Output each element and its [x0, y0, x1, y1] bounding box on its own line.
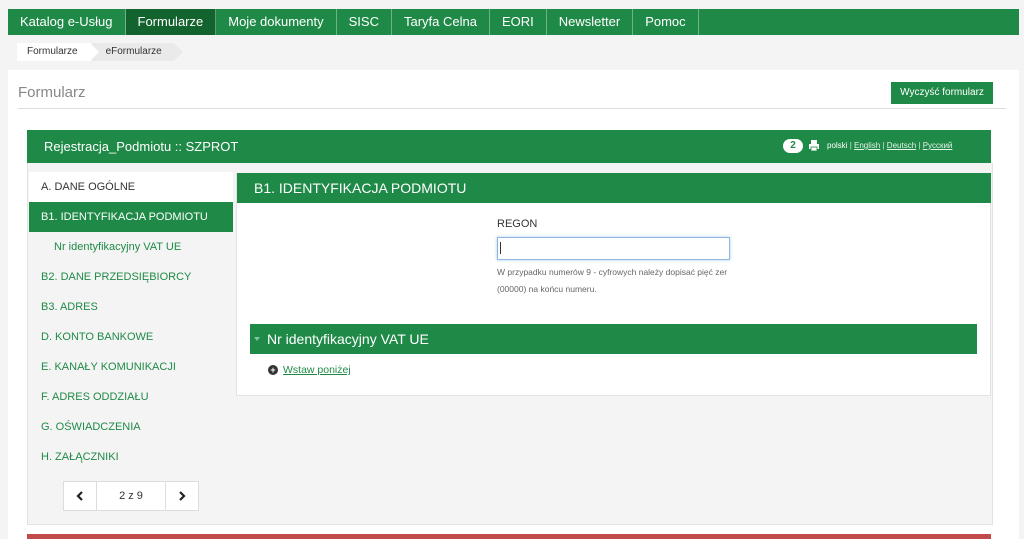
section-title: B1. IDENTYFIKACJA PODMIOTU: [237, 173, 991, 203]
sidebar-item-adres-oddzialu[interactable]: F. ADRES ODDZIAŁU: [29, 382, 233, 412]
nav-tab-katalog[interactable]: Katalog e-Usług: [8, 9, 126, 35]
plus-circle-icon: +: [268, 365, 278, 375]
breadcrumb-item-eformularze[interactable]: eFormularze: [91, 43, 183, 61]
regon-hint: W przypadku numerów 9 - cyfrowych należy…: [497, 267, 728, 294]
notification-badge[interactable]: 2: [783, 139, 803, 153]
pager-info: 2 z 9: [119, 490, 143, 502]
sidebar-item-identyfikacja-podmiotu[interactable]: B1. IDENTYFIKACJA PODMIOTU: [29, 202, 233, 232]
nav-tab-moje-dokumenty[interactable]: Moje dokumenty: [216, 9, 337, 35]
regon-input[interactable]: [497, 237, 730, 260]
clear-form-button[interactable]: Wyczyść formularz: [891, 82, 993, 104]
pager-prev-button[interactable]: [64, 482, 97, 510]
chevron-right-icon: [179, 491, 186, 501]
nav-tab-taryfa-celna[interactable]: Taryfa Celna: [392, 9, 490, 35]
collapse-caret-icon[interactable]: [254, 337, 260, 341]
title-divider: [18, 108, 1006, 109]
page-title: Formularz: [18, 84, 86, 101]
sidebar-item-dane-przedsiebiorcy[interactable]: B2. DANE PRZEDSIĘBIORCY: [29, 262, 233, 292]
lang-english[interactable]: English: [854, 141, 880, 150]
lang-russian[interactable]: Русский: [923, 141, 953, 150]
vat-section-title: Nr identyfikacyjny VAT UE: [267, 331, 429, 347]
sidebar-item-zalaczniki[interactable]: H. ZAŁĄCZNIKI: [29, 442, 233, 472]
alert-bar: [27, 534, 991, 539]
text-caret: [500, 242, 501, 254]
chevron-left-icon: [76, 491, 83, 501]
insert-below-link[interactable]: + Wstaw poniżej: [268, 364, 351, 376]
sidebar-item-konto-bankowe[interactable]: D. KONTO BANKOWE: [29, 322, 233, 352]
form-title: Rejestracja_Podmiotu :: SZPROT: [44, 139, 239, 154]
nav-tab-sisc[interactable]: SISC: [337, 9, 392, 35]
nav-tab-pomoc[interactable]: Pomoc: [633, 9, 699, 35]
breadcrumb-item-formularze[interactable]: Formularze: [17, 43, 99, 61]
language-switcher: polski | English | Deutsch | Русский: [827, 141, 952, 150]
nav-tab-formularze[interactable]: Formularze: [125, 9, 217, 35]
pager-next-button[interactable]: [165, 482, 198, 510]
lang-polski[interactable]: polski: [827, 141, 847, 150]
breadcrumb: Formularze eFormularze: [17, 43, 183, 61]
print-icon[interactable]: [809, 140, 819, 151]
insert-below-label: Wstaw poniżej: [283, 364, 351, 376]
sidebar-item-adres[interactable]: B3. ADRES: [29, 292, 233, 322]
lang-deutsch[interactable]: Deutsch: [887, 141, 916, 150]
sidebar-item-dane-ogolne[interactable]: A. DANE OGÓLNE: [29, 172, 233, 202]
nav-tab-eori[interactable]: EORI: [490, 9, 547, 35]
pager: 2 z 9: [63, 481, 199, 511]
sidebar-item-oswiadczenia[interactable]: G. OŚWIADCZENIA: [29, 412, 233, 442]
sidebar-item-vat-ue[interactable]: Nr identyfikacyjny VAT UE: [29, 232, 233, 262]
top-navigation: Katalog e-Usług Formularze Moje dokument…: [8, 9, 1019, 35]
sidebar-item-kanaly-komunikacji[interactable]: E. KANAŁY KOMUNIKACJI: [29, 352, 233, 382]
form-header: Rejestracja_Podmiotu :: SZPROT 2 polski …: [27, 130, 991, 163]
nav-tab-newsletter[interactable]: Newsletter: [547, 9, 634, 35]
regon-label: REGON: [497, 218, 538, 230]
vat-section-header[interactable]: Nr identyfikacyjny VAT UE: [250, 324, 977, 354]
